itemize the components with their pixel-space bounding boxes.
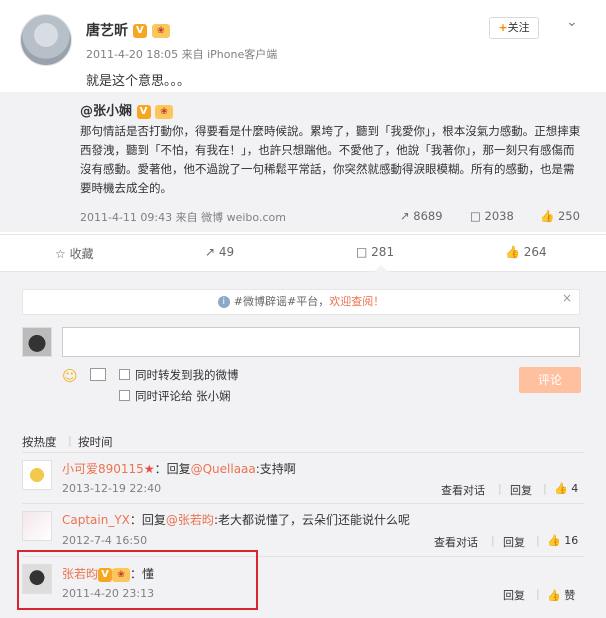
repost-label: 49 xyxy=(218,245,235,259)
repost-author-name[interactable]: @张小娴 xyxy=(80,104,132,119)
image-icon[interactable] xyxy=(90,368,106,381)
comment-button[interactable]: □ 281 xyxy=(356,245,394,259)
plus-icon: + xyxy=(498,21,508,34)
thumbs-up-icon: 👍 xyxy=(547,534,561,547)
favorite-label: 收藏 xyxy=(69,247,94,261)
caret-pointer xyxy=(374,265,388,272)
repost-text: 那句情話是否打動你，得要看是什麼時候說。累垮了，聽到「我愛你」，根本沒氣力感動。… xyxy=(80,124,581,195)
author-name-row: 唐艺昕 V ❀ xyxy=(86,20,170,40)
thumbs-up-icon: 👍 xyxy=(540,209,555,223)
comment-like-button[interactable]: 👍 赞 xyxy=(547,587,575,603)
comment-time: 2013-12-19 22:40 xyxy=(62,482,162,495)
commenter-name[interactable]: Captain_YX xyxy=(62,513,130,527)
pipe-divider: | xyxy=(498,482,502,495)
thumbs-up-icon: 👍 xyxy=(547,589,561,602)
emoji-icon[interactable]: ☺ xyxy=(62,367,78,385)
comment-icon: □ xyxy=(470,209,481,223)
submit-comment-button[interactable]: 评论 xyxy=(519,367,581,393)
notice-banner: i #微博辟谣#平台，欢迎查阅！ xyxy=(22,289,580,315)
comment-count-value: 2038 xyxy=(484,209,514,223)
commenter-avatar[interactable] xyxy=(22,511,52,541)
rank-star-icon: ★ xyxy=(143,462,155,476)
reply-link[interactable]: 回复 xyxy=(503,587,525,603)
info-icon: i xyxy=(217,296,230,308)
commenter-avatar[interactable] xyxy=(22,460,52,490)
share-icon: ↗ xyxy=(205,245,216,259)
like-button[interactable]: 👍 264 xyxy=(505,245,547,259)
comment-like-button[interactable]: 👍 4 xyxy=(554,482,578,495)
chevron-down-icon[interactable]: ⌄ xyxy=(566,14,578,30)
comment-like-label: 赞 xyxy=(564,589,576,602)
verified-badge-icon: V xyxy=(132,24,147,38)
author-name[interactable]: 唐艺昕 xyxy=(86,23,128,39)
mention-link[interactable]: @Quellaaa xyxy=(191,462,256,476)
highlight-annotation-box xyxy=(17,550,258,610)
like-count-value: 250 xyxy=(557,209,580,223)
comment-input[interactable] xyxy=(62,327,580,357)
view-thread-link[interactable]: 查看对话 xyxy=(441,482,485,498)
comment-to-author-label: 同时评论给 张小娴 xyxy=(135,389,231,403)
notice-text: #微博辟谣#平台， xyxy=(233,295,330,308)
comment-like-button[interactable]: 👍 16 xyxy=(547,534,578,547)
comment-count[interactable]: □ 2038 xyxy=(470,209,514,223)
sort-by-hot[interactable]: 按热度 xyxy=(22,434,57,450)
repost-count-value: 8689 xyxy=(413,209,443,223)
notice-link[interactable]: 欢迎查阅！ xyxy=(329,295,384,308)
repost-author-row: @张小娴 V ❀ xyxy=(80,100,174,119)
mention-link[interactable]: @张若昀 xyxy=(166,513,214,527)
commenter-name[interactable]: 小可爱890115 xyxy=(62,462,144,476)
pipe-divider: | xyxy=(536,587,540,600)
repost-to-weibo-label: 同时转发到我的微博 xyxy=(135,368,239,382)
comment-text: :支持啊 xyxy=(255,462,296,476)
pipe-divider: | xyxy=(491,534,495,547)
vip-badge-icon: ❀ xyxy=(155,104,174,119)
verified-badge-icon: V xyxy=(136,104,151,119)
comment-to-author-checkbox[interactable] xyxy=(119,390,130,401)
reply-link[interactable]: 回复 xyxy=(510,482,532,498)
comment-time: 2012-7-4 16:50 xyxy=(62,534,148,547)
comment-icon: □ xyxy=(356,245,368,259)
comment-prefix: ：回复 xyxy=(129,513,166,527)
comment-like-count: 16 xyxy=(564,534,579,547)
comment-body: Captain_YX：回复@张若昀:老大都说懂了，云朵们还能说什么呢 xyxy=(62,511,410,528)
pipe-divider: | xyxy=(536,534,540,547)
thumbs-up-icon: 👍 xyxy=(505,245,520,259)
comment-body: 小可爱890115★：回复@Quellaaa:支持啊 xyxy=(62,460,296,477)
divider xyxy=(22,503,584,504)
reply-link[interactable]: 回复 xyxy=(503,534,525,550)
favorite-button[interactable]: ☆ 收藏 xyxy=(55,245,94,262)
divider xyxy=(22,452,584,453)
my-avatar xyxy=(22,327,52,357)
comment-text: :老大都说懂了，云朵们还能说什么呢 xyxy=(213,513,410,527)
comment-like-count: 4 xyxy=(571,482,579,495)
sort-by-time[interactable]: 按时间 xyxy=(78,434,113,450)
author-avatar[interactable] xyxy=(20,14,72,66)
like-count[interactable]: 👍 250 xyxy=(540,209,580,223)
like-label: 264 xyxy=(523,245,547,259)
weibo-post-card: 唐艺昕 V ❀ 2011-4-20 18:05 来自 iPhone客户端 就是这… xyxy=(0,0,606,618)
follow-label: 关注 xyxy=(507,21,530,34)
comment-label: 281 xyxy=(371,245,395,259)
vip-badge-icon: ❀ xyxy=(151,24,170,38)
comment-prefix: ：回复 xyxy=(154,462,191,476)
sort-divider: | xyxy=(68,434,72,447)
repost-to-weibo-checkbox[interactable] xyxy=(119,369,130,380)
close-icon[interactable]: × xyxy=(562,291,572,305)
thumbs-up-icon: 👍 xyxy=(554,482,568,495)
repost-button[interactable]: ↗ 49 xyxy=(205,245,234,259)
repost-count[interactable]: ↗ 8689 xyxy=(400,209,443,223)
post-text: 就是这个意思。。。 xyxy=(86,74,191,89)
post-meta: 2011-4-20 18:05 来自 iPhone客户端 xyxy=(86,48,278,61)
star-icon: ☆ xyxy=(55,247,66,261)
view-thread-link[interactable]: 查看对话 xyxy=(434,534,478,550)
share-icon: ↗ xyxy=(400,209,410,223)
follow-button[interactable]: +关注 xyxy=(489,17,539,39)
repost-meta: 2011-4-11 09:43 来自 微博 weibo.com xyxy=(80,211,286,224)
pipe-divider: | xyxy=(543,482,547,495)
